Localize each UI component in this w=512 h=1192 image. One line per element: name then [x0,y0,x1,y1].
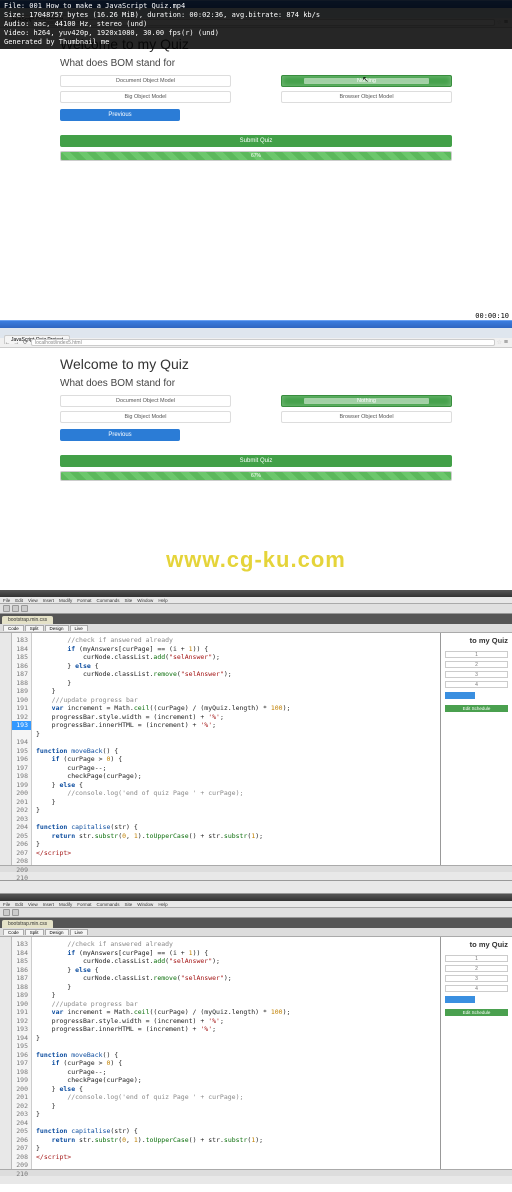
preview-submit-button[interactable]: Edit Schedule [445,1009,508,1016]
progress-label: 67% [251,153,261,159]
back-icon[interactable]: ← [4,339,11,346]
editor-toolbar [0,908,512,918]
progress-bar: 67% [60,151,452,161]
view-tab-code[interactable]: Code [3,625,24,631]
toolbar-button[interactable] [3,605,10,612]
thumbnail-panel-3: FileEditViewInsertModifyFormatCommandsSi… [0,590,512,880]
preview-title: to my Quiz [445,636,508,645]
editor-titlebar [0,590,512,597]
editor-menubar[interactable]: FileEditViewInsertModifyFormatCommandsSi… [0,597,512,604]
editor-file-tabs: bootstrap.min.css [0,614,512,624]
editor-rail [0,937,12,1169]
quiz-question: What does BOM stand for [60,378,452,389]
page-title: Welcome to my Quiz [60,356,452,372]
editor-view-tabs: Code Split Design Live [0,928,512,937]
preview-option[interactable]: 2 [445,965,508,972]
quiz-option[interactable]: Big Object Model [60,411,231,423]
view-tab-live[interactable]: Live [70,929,88,935]
url-field[interactable]: localhost/index5.html [31,339,495,346]
menu-icon[interactable]: ≡ [504,339,508,346]
line-gutter: 1831841851861871881891901911921931941951… [12,633,32,865]
previous-button[interactable]: Previous [60,429,180,441]
editor-view-tabs: Code Split Design Live [0,624,512,633]
thumbnail-panel-1: JavaScript Quiz Project ← → ⟳ localhost/… [0,0,512,320]
preview-option[interactable]: 4 [445,681,508,688]
tab-strip: JavaScript Quiz Project [0,328,512,338]
preview-option[interactable]: 1 [445,651,508,658]
toolbar-button[interactable] [12,909,19,916]
quiz-option[interactable]: Document Object Model [60,75,231,87]
submit-button[interactable]: Submit Quiz [60,135,452,147]
line-gutter: 1831841851861871881891901911921931941951… [12,937,32,1169]
editor-toolbar [0,604,512,614]
editor-file-tab[interactable]: bootstrap.min.css [2,616,53,624]
quiz-option[interactable]: Browser Object Model [281,91,452,103]
preview-prev-button[interactable] [445,996,475,1003]
progress-label: 67% [251,473,261,479]
quiz-option-selected[interactable]: Nothing [281,75,452,87]
submit-button[interactable]: Submit Quiz [60,455,452,467]
editor-statusbar [0,1169,512,1176]
preview-title: to my Quiz [445,940,508,949]
editor-body: 1831841851861871881891901911921931941951… [0,633,512,865]
preview-option[interactable]: 2 [445,661,508,668]
view-tab-design[interactable]: Design [45,929,69,935]
live-preview-pane: to my Quiz 1 2 3 4 Edit Schedule [440,937,512,1169]
view-tab-code[interactable]: Code [3,929,24,935]
preview-option[interactable]: 3 [445,671,508,678]
toolbar-button[interactable] [3,909,10,916]
window-titlebar [0,320,512,328]
address-bar: ← → ⟳ localhost/index5.html ☆ ≡ [0,338,512,348]
quiz-option[interactable]: Big Object Model [60,91,231,103]
preview-option[interactable]: 1 [445,955,508,962]
thumbnail-panel-2: JavaScript Quiz Project ← → ⟳ localhost/… [0,320,512,530]
timecode: 00:00:10 [475,312,509,320]
editor-statusbar [0,865,512,872]
toolbar-button[interactable] [12,605,19,612]
quiz-option-selected[interactable]: Nothing [281,395,452,407]
quiz-option[interactable]: Browser Object Model [281,411,452,423]
thumbnail-panel-4: FileEditViewInsertModifyFormatCommandsSi… [0,894,512,1184]
live-preview-pane: to my Quiz 1 2 3 4 Edit Schedule [440,633,512,865]
view-tab-design[interactable]: Design [45,625,69,631]
quiz-page: Welcome to my Quiz What does BOM stand f… [0,348,512,481]
view-tab-split[interactable]: Split [25,929,44,935]
editor-file-tabs: bootstrap.min.css [0,918,512,928]
preview-prev-button[interactable] [445,692,475,699]
view-tab-live[interactable]: Live [70,625,88,631]
code-area[interactable]: //check if answered already if (myAnswer… [32,633,440,865]
quiz-option[interactable]: Document Object Model [60,395,231,407]
editor-menubar[interactable]: FileEditViewInsertModifyFormatCommandsSi… [0,901,512,908]
toolbar-button[interactable] [21,605,28,612]
forward-icon[interactable]: → [13,339,20,346]
panel-gap [0,880,512,894]
progress-bar: 67% [60,471,452,481]
video-info-overlay: File: 001 How to make a JavaScript Quiz.… [0,0,512,49]
preview-option[interactable]: 3 [445,975,508,982]
view-tab-split[interactable]: Split [25,625,44,631]
editor-rail [0,633,12,865]
reload-icon[interactable]: ⟳ [22,339,29,346]
preview-submit-button[interactable]: Edit Schedule [445,705,508,712]
quiz-question: What does BOM stand for [60,58,452,69]
watermark-text: www.cg-ku.com [0,530,512,590]
bookmark-icon[interactable]: ☆ [497,339,502,346]
editor-body: 1831841851861871881891901911921931941951… [0,937,512,1169]
editor-titlebar [0,894,512,901]
preview-option[interactable]: 4 [445,985,508,992]
editor-file-tab[interactable]: bootstrap.min.css [2,920,53,928]
code-area[interactable]: //check if answered already if (myAnswer… [32,937,440,1169]
previous-button[interactable]: Previous [60,109,180,121]
